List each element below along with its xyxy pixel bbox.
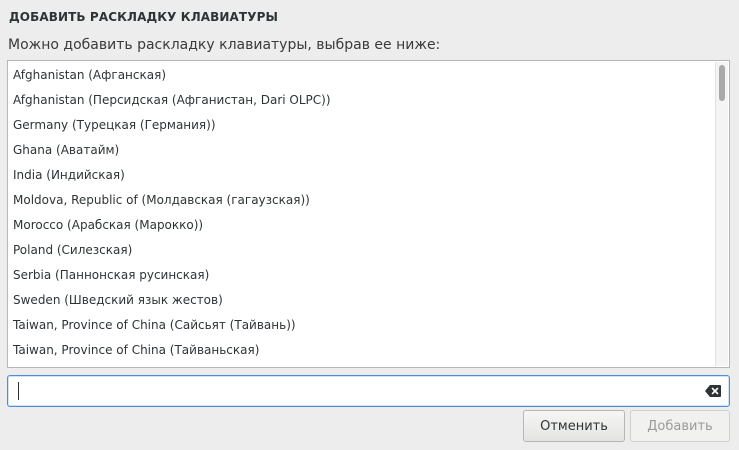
layout-list-item[interactable]: Morocco (Арабская (Марокко)) — [8, 213, 715, 238]
layout-list-item[interactable]: Ghana (Аватайм) — [8, 138, 715, 163]
add-button[interactable]: Добавить — [630, 410, 730, 442]
dialog-title: ДОБАВИТЬ РАСКЛАДКУ КЛАВИАТУРЫ — [9, 10, 279, 24]
text-cursor — [18, 382, 19, 400]
layout-list-item[interactable]: India (Индийская) — [8, 163, 715, 188]
scrollbar-thumb[interactable] — [719, 65, 725, 101]
layout-list-item[interactable]: Moldova, Republic of (Молдавская (гагауз… — [8, 188, 715, 213]
layout-list-item[interactable]: Afghanistan (Афганская) — [8, 63, 715, 88]
backspace-clear-icon[interactable] — [705, 385, 721, 397]
layout-list-item[interactable]: Poland (Силезская) — [8, 238, 715, 263]
layout-list-item[interactable]: Afghanistan (Персидская (Афганистан, Dar… — [8, 88, 715, 113]
layout-list-item[interactable]: Serbia (Паннонская русинская) — [8, 263, 715, 288]
layout-list-items: Afghanistan (Афганская) Afghanistan (Пер… — [8, 63, 715, 363]
layout-list-item[interactable]: Taiwan, Province of China (Сайсьят (Тайв… — [8, 313, 715, 338]
list-scrollbar[interactable] — [715, 62, 728, 366]
layout-list-item[interactable]: Sweden (Шведский язык жестов) — [8, 288, 715, 313]
keyboard-layout-list[interactable]: Afghanistan (Афганская) Afghanistan (Пер… — [7, 60, 730, 368]
layout-list-item[interactable]: Taiwan, Province of China (Тайваньская) — [8, 338, 715, 363]
layout-search-input[interactable] — [8, 376, 698, 406]
layout-list-item[interactable]: Germany (Турецкая (Германия)) — [8, 113, 715, 138]
dialog-subtitle: Можно добавить раскладку клавиатуры, выб… — [8, 37, 441, 53]
cancel-button[interactable]: Отменить — [523, 410, 625, 442]
layout-search-field[interactable] — [7, 375, 730, 407]
